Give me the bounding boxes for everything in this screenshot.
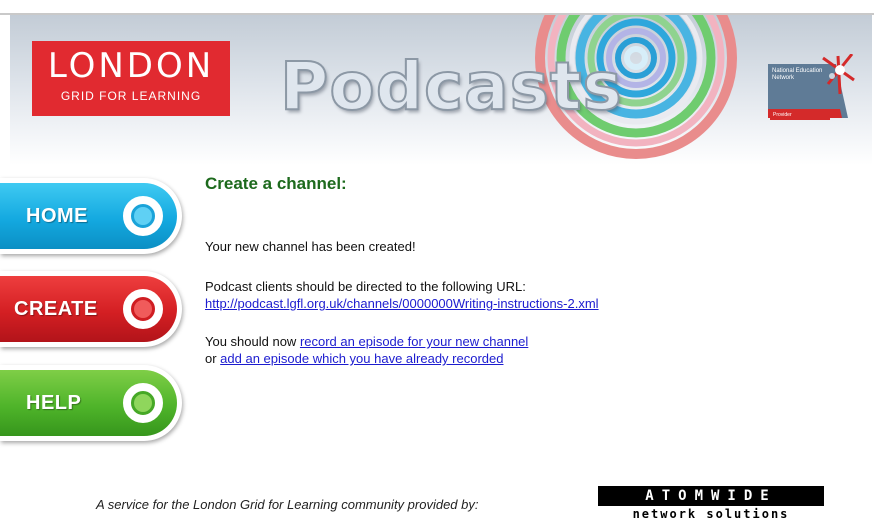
atomwide-logo-top: ATOMWIDE	[598, 486, 824, 506]
create-button-body: CREATE	[0, 276, 177, 342]
create-button-label: CREATE	[14, 297, 98, 320]
help-button[interactable]: HELP	[0, 365, 182, 441]
logo-main-text: LONDON	[47, 46, 215, 86]
or-text: or	[205, 351, 221, 366]
page-title: Podcasts	[279, 47, 623, 126]
atomwide-logo-bottom: network solutions	[632, 507, 790, 521]
home-button-body: HOME	[0, 183, 177, 249]
nen-logo-text: National Education Network	[772, 68, 823, 81]
add-episode-link[interactable]: add an episode which you have already re…	[220, 351, 503, 366]
footer-service-text: A service for the London Grid for Learni…	[96, 497, 479, 512]
help-ring-icon	[123, 383, 163, 423]
nen-provider-badge: Provider	[770, 111, 830, 120]
home-button[interactable]: HOME	[0, 178, 182, 254]
section-heading: Create a channel:	[205, 174, 347, 193]
page: LONDON GRID FOR LEARNING Podcasts Nation…	[0, 0, 874, 521]
home-ring-icon	[123, 196, 163, 236]
url-paragraph: Podcast clients should be directed to th…	[205, 278, 599, 312]
should-now-text: You should now	[205, 334, 300, 349]
logo-sub-text: GRID FOR LEARNING	[60, 89, 202, 103]
nen-provider-logo: National Education Network Provider	[768, 53, 856, 122]
help-button-body: HELP	[0, 370, 177, 436]
next-steps-paragraph: You should now record an episode for you…	[205, 333, 528, 367]
atomwide-logo[interactable]: ATOMWIDE network solutions	[598, 486, 824, 521]
main-content: Create a channel: Your new channel has b…	[205, 174, 845, 366]
record-episode-link[interactable]: record an episode for your new channel	[300, 334, 528, 349]
help-button-label: HELP	[26, 391, 82, 414]
home-button-label: HOME	[26, 204, 88, 227]
create-ring-icon	[123, 289, 163, 329]
left-margin	[0, 15, 10, 521]
channel-url-link[interactable]: http://podcast.lgfl.org.uk/channels/0000…	[205, 296, 599, 311]
create-button[interactable]: CREATE	[0, 271, 182, 347]
lgfl-logo[interactable]: LONDON GRID FOR LEARNING	[32, 41, 230, 116]
directed-text: Podcast clients should be directed to th…	[205, 279, 526, 294]
created-message: Your new channel has been created!	[205, 239, 416, 254]
